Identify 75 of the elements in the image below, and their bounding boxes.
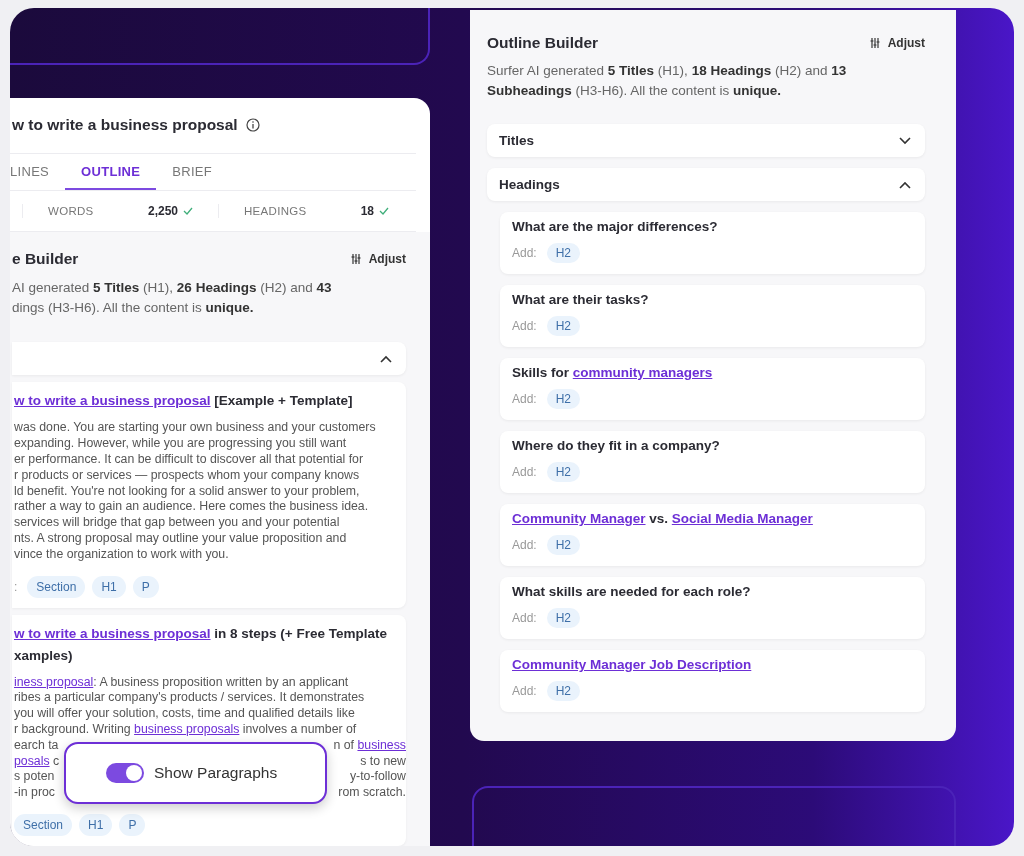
paragraph-fragment: posals c xyxy=(14,753,60,770)
paragraph-fragment: earch ta xyxy=(14,737,59,754)
heading-text: Skills for community managers xyxy=(512,363,913,383)
add-label: Add: xyxy=(512,319,537,333)
tag-chip[interactable]: H2 xyxy=(546,243,581,263)
heading-text: What skills are needed for each role? xyxy=(512,583,752,601)
section-title: Outline Builder xyxy=(487,34,599,52)
add-label: Add: xyxy=(512,611,537,625)
add-label: Add: xyxy=(512,246,537,260)
link[interactable]: business xyxy=(357,737,406,752)
accordion-header[interactable]: Headings xyxy=(487,168,925,201)
paragraph-fragment: rom scratch. xyxy=(338,785,406,801)
tag-chip[interactable]: H1 xyxy=(79,814,113,836)
tag-chip[interactable]: H2 xyxy=(546,462,581,482)
toggle-label: Show Paragraphs xyxy=(154,764,278,782)
paragraph-text: was done. You are starting your own business and your customers expanding. However, while you are progressing you still want er performance. It can be difficult to discover all that potential for r products or services — prospects whom your company knows ld benefit. You're not looking for a solid answer to your problem, rather a way to gain an audience. Here comes the business idea. services will bridge that gap between you and your potential nts. A strong proposal may outline your value proposition and vince the organization to work with you. xyxy=(14,420,377,563)
stat-value: 18 xyxy=(360,204,374,219)
paragraph-fragment: iness proposal: A business proposition written by an applicant xyxy=(14,674,349,691)
paragraph-fragment: n of business xyxy=(333,737,406,754)
tag-chip[interactable]: P xyxy=(132,575,159,598)
section-heading: w to write a business proposal in 8 steps (+ Free Template xamples) xyxy=(14,624,388,665)
paragraph-fragment: y-to-follow xyxy=(349,769,406,786)
paragraph-fragment: you will offer your solution, costs, time and qualified details like xyxy=(14,706,355,722)
tag-chip[interactable]: H1 xyxy=(92,575,126,598)
heading-text: Community Manager vs. Social Media Manager xyxy=(512,509,913,529)
stat-label: WORDS xyxy=(48,205,94,218)
tag-chip[interactable]: H2 xyxy=(546,316,581,336)
tag-chip[interactable]: H2 xyxy=(546,535,581,555)
info-icon[interactable] xyxy=(245,118,260,133)
tag-chip[interactable]: H2 xyxy=(546,681,581,701)
sliders-icon xyxy=(350,254,361,265)
chevron-up-icon xyxy=(380,354,392,363)
link[interactable]: Social Media Manager xyxy=(671,509,813,529)
description-text: AI generated 5 Titles (H1), 26 Headings (H2) and 43 dings (H3-H6). All the content is unique. xyxy=(12,279,333,318)
document-title: w to write a business proposal xyxy=(12,116,238,135)
heading-text: What are their tasks? xyxy=(512,291,650,309)
tag-chip[interactable]: P xyxy=(119,814,146,836)
section-heading: w to write a business proposal [Example + Template] xyxy=(14,392,354,411)
link[interactable]: Community Manager xyxy=(512,509,646,529)
chevron-down-icon xyxy=(899,136,911,145)
adjust-button[interactable]: Adjust xyxy=(350,252,406,267)
paragraph-fragment: -in proc xyxy=(14,785,55,801)
tag-chip[interactable]: Section xyxy=(14,814,73,836)
add-label: Add: xyxy=(512,684,537,698)
tag-chip[interactable]: H2 xyxy=(546,608,581,628)
stat-label: HEADINGS xyxy=(244,205,307,218)
paragraph-fragment: s poten xyxy=(14,769,55,786)
description-text: Surfer AI generated 5 Titles (H1), 18 Headings (H2) and 13 Subheadings (H3-H6). All the content is unique. xyxy=(487,62,848,100)
tag-chip[interactable]: H2 xyxy=(546,389,581,409)
accordion-header[interactable]: Titles xyxy=(487,124,925,157)
link[interactable]: posals xyxy=(14,753,50,768)
toggle-switch[interactable] xyxy=(106,763,144,783)
add-label: : xyxy=(14,579,18,594)
chevron-up-icon xyxy=(899,180,911,189)
stat-value: 2,250 xyxy=(147,204,178,219)
tab[interactable]: LINES xyxy=(10,153,50,191)
paragraph-fragment: r background. Writing business proposals involves a number of xyxy=(14,722,357,738)
link[interactable]: Community Manager Job Description xyxy=(512,655,752,675)
add-label: Add: xyxy=(512,538,537,552)
link[interactable]: business proposals xyxy=(134,722,240,736)
link[interactable]: community managers xyxy=(572,363,713,383)
adjust-button[interactable]: Adjust xyxy=(869,36,925,50)
link[interactable]: w to write a business proposal xyxy=(14,625,211,641)
section-title: e Builder xyxy=(12,250,79,269)
add-label: Add: xyxy=(512,465,537,479)
tab[interactable]: BRIEF xyxy=(172,153,213,191)
sliders-icon xyxy=(869,38,880,48)
heading-text: Where do they fit in a company? xyxy=(512,437,721,455)
paragraph-fragment: ribes a particular company's products / services. It demonstrates xyxy=(14,690,365,707)
heading-text: What are the major differences? xyxy=(512,218,719,236)
tab[interactable]: OUTLINE xyxy=(65,153,157,191)
link[interactable]: w to write a business proposal xyxy=(14,393,211,409)
add-label: Add: xyxy=(512,392,537,406)
tag-chip[interactable]: Section xyxy=(27,575,86,598)
paragraph-fragment: s to new xyxy=(360,753,406,770)
